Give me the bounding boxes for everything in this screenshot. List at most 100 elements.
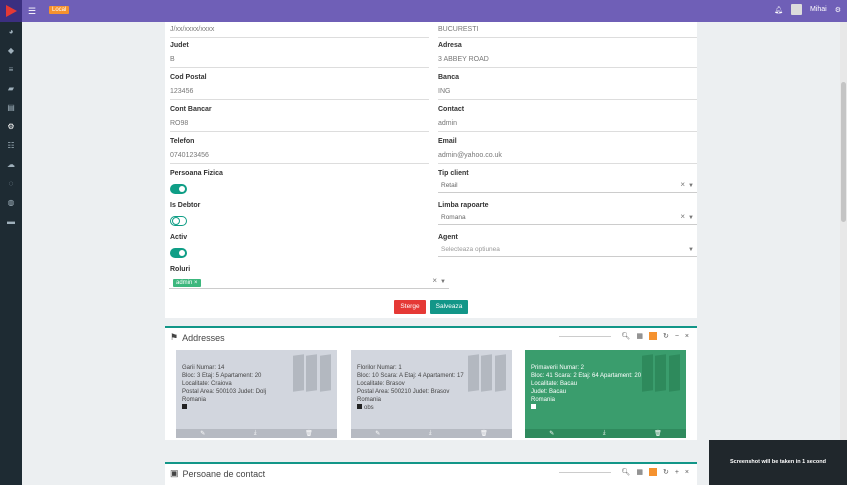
clear-icon[interactable]: × [680,180,685,190]
add-icon[interactable] [648,332,657,340]
download-icon[interactable]: ⤓ [603,430,606,437]
agent-placeholder: Selecteaza optiunea [441,246,500,253]
checkbox-icon[interactable] [531,404,536,409]
banca-field[interactable]: ING [438,88,697,100]
banca-label: Banca [438,74,460,81]
table-icon[interactable]: ▤ [0,98,22,117]
form-left-column: J/xx/xxxx/xxxx Judet B Cod Postal 123456 C… [169,22,449,294]
agent-select[interactable]: Selecteaza optiunea ▼ [438,245,697,257]
edit-icon[interactable]: ✎ [549,430,554,437]
address-card[interactable]: Florilor Numar: 1 Bloc: 10 Scara: A Etaj:… [351,350,512,438]
clear-icon[interactable]: × [432,276,437,286]
close-icon[interactable]: × [685,333,689,340]
address-card-selected[interactable]: Primaverii Numar: 2 Bloc: 41 Scara: 2 Eta… [525,350,686,438]
grid-icon[interactable]: ▦ [636,468,643,476]
refresh-icon[interactable]: ↻ [663,468,669,476]
address-street: Florilor Numar: 1 [357,365,402,371]
judet-label: Judet [170,42,189,49]
chip-remove-icon[interactable]: × [194,280,198,286]
activ-toggle[interactable] [170,248,187,258]
telefon-label: Telefon [170,138,195,145]
download-icon[interactable]: ⤓ [429,430,432,437]
limba-select[interactable]: Romana × ▼ [438,212,697,225]
list-icon[interactable]: ≡ [0,60,22,79]
search-icon[interactable]: 🔍︎ [621,468,630,476]
cod-postal-label: Cod Postal [170,74,207,81]
adresa-label: Adresa [438,42,462,49]
address-bloc: Bloc: 41 Scara: 2 Etaj: 64 Apartament: 2… [531,373,642,379]
oras-field[interactable]: BUCURESTI [438,26,697,38]
address-country: Romania [531,397,556,403]
address-card[interactable]: Garii Numar: 14 Bloc: 3 Etaj: 5 Apartamen… [176,350,337,438]
addresses-search-input[interactable] [559,335,612,337]
role-chip-label: admin [176,280,193,286]
persoana-fizica-toggle[interactable] [170,184,187,194]
telefon-field[interactable]: 0740123456 [170,152,429,164]
expand-icon[interactable]: + [675,469,679,476]
chevron-down-icon[interactable]: ▼ [440,277,446,287]
contact-field[interactable]: admin [438,120,697,132]
clear-icon[interactable]: × [680,212,685,222]
edit-icon[interactable]: ✎ [375,430,380,437]
contacts-panel: ▣ Persoane de contact 🔍︎ ▦ ↻ + × [165,462,697,485]
client-form: J/xx/xxxx/xxxx Judet B Cod Postal 123456 C… [165,22,697,318]
limba-value: Romana [441,214,466,221]
top-bar: ☰ Local 🔔︎ Mihai ⚙ [0,0,847,22]
grid-icon[interactable]: ▦ [636,332,643,340]
close-icon[interactable]: × [685,469,689,476]
judet-field[interactable]: B [170,56,429,68]
search-icon[interactable]: 🔍︎ [621,332,630,340]
registration-number-field[interactable]: J/xx/xxxx/xxxx [170,26,429,38]
role-chip[interactable]: admin × [173,279,201,287]
email-label: Email [438,138,457,145]
settings-icon[interactable]: ⚙ [835,6,841,14]
address-street: Primaverii Numar: 2 [531,365,585,371]
truck-icon[interactable]: ▰ [0,79,22,98]
tag-icon[interactable]: ◆ [0,41,22,60]
settings-nav-icon[interactable]: ⚙ [0,117,22,136]
avatar[interactable] [790,4,802,15]
delete-icon[interactable]: 🗑︎ [480,430,488,437]
scrollbar[interactable] [840,22,847,485]
agent-label: Agent [438,234,458,241]
user-name[interactable]: Mihai [810,6,827,13]
tip-client-select[interactable]: Retail × ▼ [438,180,697,193]
edit-icon[interactable]: ✎ [200,430,205,437]
refresh-icon[interactable]: ↻ [663,332,669,340]
chevron-down-icon[interactable]: ▼ [688,213,694,223]
notification-bell-icon[interactable]: 🔔︎ [774,6,783,14]
dashboard-icon[interactable]: ◕ [0,22,22,41]
delete-icon[interactable]: 🗑︎ [305,430,313,437]
app-logo[interactable] [0,0,22,22]
chevron-down-icon[interactable]: ▼ [688,181,694,191]
save-button[interactable]: Salveaza [430,300,468,314]
delete-icon[interactable]: 🗑︎ [654,430,662,437]
roluri-select[interactable]: admin × × ▼ [169,276,449,289]
checkbox-icon[interactable] [357,404,362,409]
tip-client-value: Retail [441,182,458,189]
adresa-field[interactable]: 3 ABBEY ROAD [438,56,697,68]
address-postal: Postal Area: 500103 Judet: Dolj [182,389,267,395]
contacts-search-input[interactable] [559,471,612,473]
is-debtor-toggle[interactable] [170,216,187,226]
address-locality: Localitate: Bacau [531,381,578,387]
cont-bancar-field[interactable]: RO98 [170,120,429,132]
download-icon[interactable]: ⤓ [254,430,257,437]
chevron-down-icon[interactable]: ▼ [688,245,694,255]
checkbox-icon[interactable] [182,404,187,409]
minimize-icon[interactable]: − [675,333,679,340]
chat-icon[interactable]: ◌ [0,174,22,193]
cloud-icon[interactable]: ☁ [0,155,22,174]
video-icon[interactable]: ▬ [0,212,22,231]
globe-icon[interactable]: ◍ [0,193,22,212]
address-bloc: Bloc: 3 Etaj: 5 Apartament: 20 [182,373,262,379]
cod-postal-field[interactable]: 123456 [170,88,429,100]
sliders-icon[interactable]: ☷ [0,136,22,155]
address-street: Garii Numar: 14 [182,365,225,371]
email-field[interactable]: admin@yahoo.co.uk [438,152,697,164]
delete-button[interactable]: Sterge [394,300,426,314]
add-icon[interactable] [648,468,657,476]
sidebar: ◕ ◆ ≡ ▰ ▤ ⚙ ☷ ☁ ◌ ◍ ▬ [0,22,22,485]
menu-icon[interactable]: ☰ [28,5,36,17]
map-icon [642,354,680,392]
